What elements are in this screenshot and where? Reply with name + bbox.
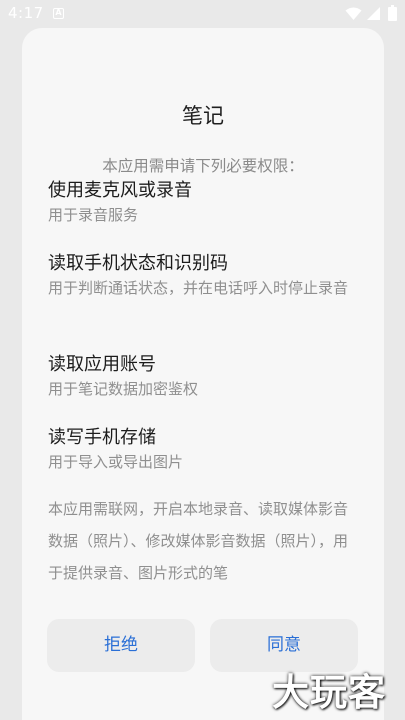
dialog-title: 笔记: [182, 104, 224, 128]
permission-desc-account: 用于笔记数据加密鉴权: [48, 380, 199, 398]
wifi-icon: [345, 6, 362, 25]
reject-button[interactable]: 拒绝: [47, 619, 195, 672]
permission-title-storage: 读写手机存储: [48, 427, 156, 448]
permission-desc-microphone: 用于录音服务: [48, 206, 139, 224]
status-bar: 4:17 A: [0, 0, 405, 28]
permission-title-phone-state: 读取手机状态和识别码: [48, 253, 228, 274]
permission-desc-phone-state: 用于判断通话状态，并在电话呼入时停止录音: [48, 279, 349, 297]
notification-a-icon: A: [53, 8, 64, 19]
dialog-intro: 本应用需申请下列必要权限：: [102, 157, 304, 175]
permission-title-microphone: 使用麦克风或录音: [48, 180, 192, 201]
signal-icon: [366, 6, 381, 25]
status-time: 4:17: [8, 4, 44, 22]
battery-icon: [388, 5, 397, 25]
watermark-logo: 大玩客: [272, 671, 386, 714]
permission-dialog: 笔记 本应用需申请下列必要权限： 使用麦克风或录音 用于录音服务 读取手机状态和…: [22, 28, 384, 720]
permission-title-account: 读取应用账号: [48, 354, 156, 375]
dialog-footer-text: 本应用需联网，开启本地录音、读取媒体影音数据（照片）、修改媒体影音数据（照片），…: [48, 500, 349, 582]
permission-desc-storage: 用于导入或导出图片: [48, 453, 184, 471]
